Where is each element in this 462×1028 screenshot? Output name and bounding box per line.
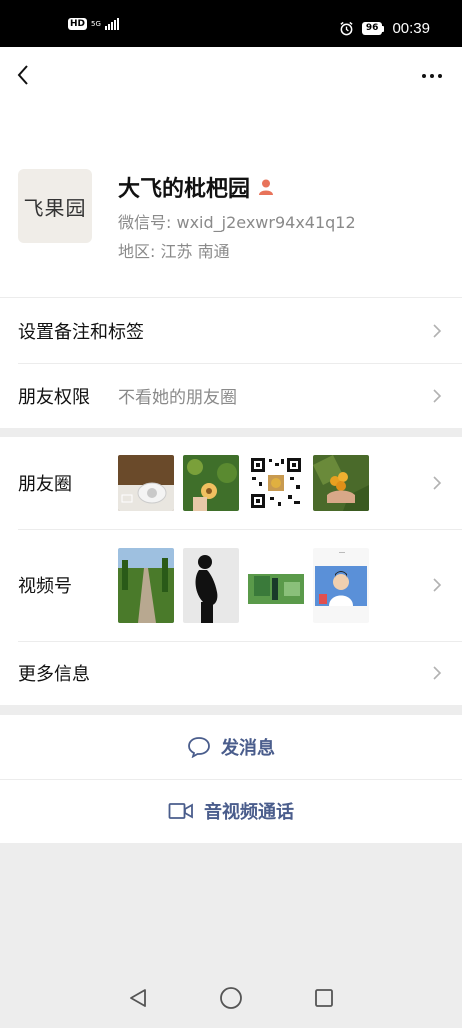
chevron-right-icon <box>433 666 442 680</box>
send-message-button[interactable]: 发消息 <box>0 715 462 779</box>
hd-badge: HD <box>68 18 88 30</box>
recents-square-icon[interactable] <box>313 987 335 1009</box>
clock: 00:39 <box>392 20 430 37</box>
moments-thumbnails <box>118 455 369 511</box>
channels-video-thumbnail <box>313 547 369 623</box>
system-navigation-bar <box>0 968 462 1028</box>
wechat-id: 微信号: wxid_j2exwr94x41q12 <box>118 213 356 232</box>
chevron-right-icon <box>433 388 442 403</box>
back-icon[interactable] <box>14 63 34 87</box>
contact-name-row: 大飞的枇杷园 <box>118 171 274 203</box>
settings-section: 设置备注和标签 朋友权限 不看她的朋友圈 <box>0 297 462 428</box>
moments-photo <box>183 455 239 511</box>
send-message-label: 发消息 <box>221 738 275 759</box>
friend-permissions-row[interactable]: 朋友权限 不看她的朋友圈 <box>0 363 462 428</box>
video-call-label: 音视频通话 <box>204 802 294 823</box>
female-gender-icon <box>259 179 274 195</box>
actions-section: 发消息 音视频通话 <box>0 715 462 843</box>
status-bar: HD 5G 96 00:39 <box>0 0 462 47</box>
battery-level: 96 <box>361 22 383 35</box>
content-section: 朋友圈 视频号 更多信息 <box>0 437 462 705</box>
channels-thumbnails <box>118 547 369 623</box>
chevron-right-icon <box>433 578 442 592</box>
more-info-row[interactable]: 更多信息 <box>0 641 462 705</box>
network-type: 5G <box>91 19 101 28</box>
moments-label: 朋友圈 <box>18 474 72 495</box>
avatar[interactable]: 飞果园 <box>18 169 92 243</box>
avatar-text: 飞果园 <box>23 195 87 220</box>
home-circle-icon[interactable] <box>219 986 243 1010</box>
channels-video-thumbnail <box>183 547 239 623</box>
moments-photo <box>313 455 369 511</box>
signal-icon <box>104 18 119 30</box>
channels-label: 视频号 <box>18 576 72 597</box>
back-triangle-icon[interactable] <box>127 987 149 1009</box>
more-options-icon[interactable] <box>422 74 442 78</box>
channels-row[interactable]: 视频号 <box>0 529 462 641</box>
more-info-label: 更多信息 <box>18 664 90 685</box>
chevron-right-icon <box>433 476 442 490</box>
profile-header: 飞果园 大飞的枇杷园 微信号: wxid_j2exwr94x41q12 地区: … <box>0 47 462 297</box>
chevron-right-icon <box>433 323 442 338</box>
video-camera-icon <box>168 803 193 819</box>
video-call-button[interactable]: 音视频通话 <box>0 779 462 843</box>
channels-video-thumbnail <box>248 547 304 623</box>
friend-permissions-label: 朋友权限 <box>18 386 90 408</box>
contact-name: 大飞的枇杷园 <box>118 177 251 202</box>
channels-video-thumbnail <box>118 547 174 623</box>
moments-qr-code <box>248 455 304 511</box>
remark-tags-label: 设置备注和标签 <box>18 321 144 343</box>
moments-photo <box>118 455 174 511</box>
chat-bubble-icon <box>188 737 210 758</box>
moments-row[interactable]: 朋友圈 <box>0 437 462 529</box>
friend-permissions-value: 不看她的朋友圈 <box>118 388 237 408</box>
battery-icon: 96 <box>361 22 385 35</box>
region: 地区: 江苏 南通 <box>118 242 230 261</box>
remark-tags-row[interactable]: 设置备注和标签 <box>0 298 462 363</box>
alarm-icon <box>340 21 353 36</box>
